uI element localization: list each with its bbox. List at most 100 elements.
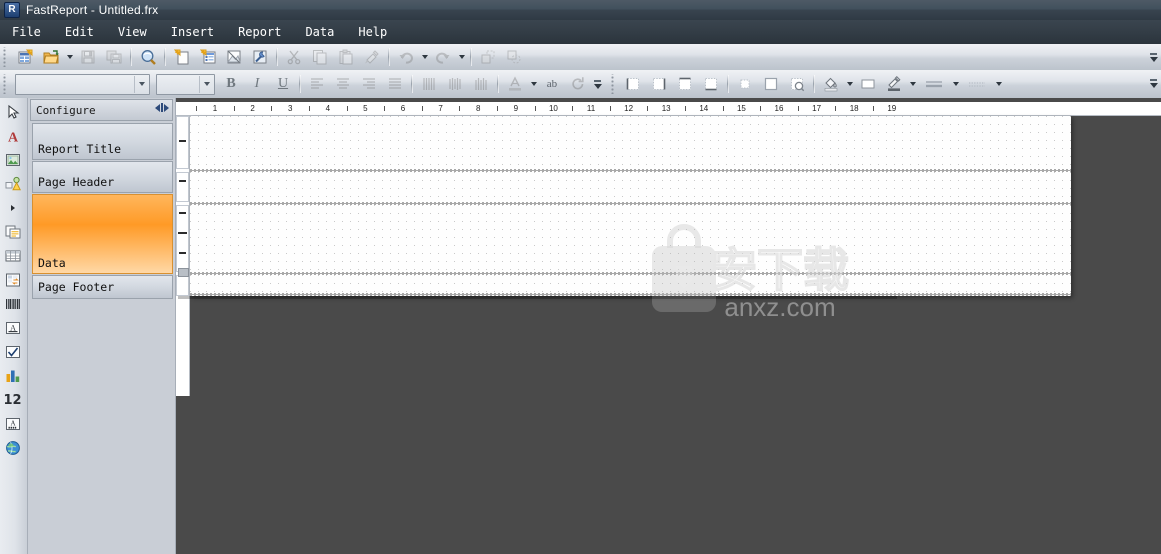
tool-barcode-object[interactable] xyxy=(0,292,25,316)
band-data[interactable]: Data xyxy=(32,194,173,274)
undo-button[interactable] xyxy=(394,45,418,69)
border-right-button[interactable] xyxy=(647,72,671,96)
align-justify-button[interactable] xyxy=(383,72,407,96)
valign-bottom-icon xyxy=(473,76,489,92)
redo-button[interactable] xyxy=(431,45,455,69)
toolbar-grip[interactable] xyxy=(610,74,617,94)
tool-map-object[interactable] xyxy=(0,436,25,460)
chevron-down-icon[interactable] xyxy=(134,75,149,93)
tool-digits-object[interactable]: 12 xyxy=(0,388,25,412)
border-color-button[interactable] xyxy=(882,72,906,96)
page-settings-button[interactable] xyxy=(222,45,246,69)
toolbar-overflow-icon[interactable] xyxy=(591,71,604,97)
toolbar-overflow-icon[interactable] xyxy=(1148,46,1159,68)
ruler-resize-handle[interactable] xyxy=(178,268,189,277)
toolbar-grip[interactable] xyxy=(2,47,9,67)
cut-button[interactable] xyxy=(282,45,306,69)
tool-matrix-object[interactable] xyxy=(0,268,25,292)
italic-button[interactable]: I xyxy=(245,72,269,96)
align-left-button[interactable] xyxy=(305,72,329,96)
toolbar-grip[interactable] xyxy=(2,74,9,94)
tool-shape-object[interactable] xyxy=(0,172,25,196)
chevron-left-icon[interactable] xyxy=(155,103,160,112)
copy-button[interactable] xyxy=(308,45,332,69)
line-style-button[interactable] xyxy=(962,72,992,96)
save-all-button[interactable] xyxy=(102,45,126,69)
canvas-band-page-header[interactable] xyxy=(190,172,1071,202)
format-painter-button[interactable] xyxy=(360,45,384,69)
menu-file[interactable]: File xyxy=(2,23,51,41)
align-bottom-button[interactable] xyxy=(469,72,493,96)
tool-table-object[interactable] xyxy=(0,244,25,268)
menu-report[interactable]: Report xyxy=(228,23,291,41)
border-none-button[interactable] xyxy=(733,72,757,96)
send-to-back-button[interactable] xyxy=(502,45,526,69)
menu-insert[interactable]: Insert xyxy=(161,23,224,41)
tool-checkbox-object[interactable] xyxy=(0,340,25,364)
redo-dropdown-button[interactable] xyxy=(456,47,467,67)
canvas-band-data[interactable] xyxy=(190,205,1071,272)
underline-button[interactable]: U xyxy=(271,72,295,96)
new-page-button[interactable] xyxy=(170,45,194,69)
open-dropdown-button[interactable] xyxy=(64,47,75,67)
tool-picture-object[interactable] xyxy=(0,148,25,172)
band-page-footer[interactable]: Page Footer xyxy=(32,275,173,299)
bold-button[interactable]: B xyxy=(219,72,243,96)
report-page-canvas[interactable] xyxy=(190,116,1071,296)
font-color-dropdown[interactable] xyxy=(528,74,539,94)
line-width-dropdown[interactable] xyxy=(950,74,961,94)
save-report-button[interactable] xyxy=(76,45,100,69)
tool-zipcode-object[interactable]: A xyxy=(0,412,25,436)
report-settings-button[interactable] xyxy=(248,45,272,69)
line-style-dropdown[interactable] xyxy=(993,74,1004,94)
toolbar-overflow-icon[interactable] xyxy=(1148,72,1159,94)
border-bottom-button[interactable] xyxy=(699,72,723,96)
fill-none-button[interactable] xyxy=(856,72,880,96)
fill-color-button[interactable] xyxy=(819,72,843,96)
line-width-button[interactable] xyxy=(919,72,949,96)
paste-button[interactable] xyxy=(334,45,358,69)
new-dialog-button[interactable] xyxy=(196,45,220,69)
border-left-button[interactable] xyxy=(621,72,645,96)
preview-button[interactable] xyxy=(136,45,160,69)
text-rotation-button[interactable]: ab xyxy=(540,72,564,96)
align-top-button[interactable] xyxy=(417,72,441,96)
menu-edit[interactable]: Edit xyxy=(55,23,104,41)
open-report-button[interactable] xyxy=(39,45,63,69)
font-color-button[interactable] xyxy=(503,72,527,96)
tool-select-pointer[interactable] xyxy=(0,100,25,124)
align-middle-button[interactable] xyxy=(443,72,467,96)
tool-subreport[interactable] xyxy=(0,220,25,244)
fill-color-dropdown[interactable] xyxy=(844,74,855,94)
tool-richtext-object[interactable]: A xyxy=(0,316,25,340)
band-page-header[interactable]: Page Header xyxy=(32,161,173,193)
reset-format-button[interactable] xyxy=(566,72,590,96)
border-all-button[interactable] xyxy=(759,72,783,96)
chevron-down-icon[interactable] xyxy=(199,75,214,93)
redo-arrow-icon xyxy=(435,49,451,65)
tool-line-object[interactable] xyxy=(0,196,25,220)
canvas-band-report-title[interactable] xyxy=(190,116,1071,169)
band-report-title[interactable]: Report Title xyxy=(32,123,173,160)
border-color-dropdown[interactable] xyxy=(907,74,918,94)
bold-icon: B xyxy=(226,76,236,91)
menu-help[interactable]: Help xyxy=(348,23,397,41)
ruler-minor-tick xyxy=(459,106,461,111)
font-size-combo[interactable] xyxy=(156,73,215,95)
reset-rotate-icon xyxy=(570,76,586,92)
font-name-combo[interactable] xyxy=(15,73,150,95)
bring-to-front-button[interactable] xyxy=(476,45,500,69)
align-center-button[interactable] xyxy=(331,72,355,96)
bands-panel-nav[interactable] xyxy=(155,103,169,112)
undo-dropdown-button[interactable] xyxy=(419,47,430,67)
border-outline-button[interactable] xyxy=(785,72,809,96)
tool-text-object[interactable]: A xyxy=(0,124,25,148)
chevron-right-icon[interactable] xyxy=(164,103,169,112)
menu-view[interactable]: View xyxy=(108,23,157,41)
report-designer-area[interactable]: 1 2 3 4 5 6 7 8 9 10 11 12 13 14 15 16 17 18 19 xyxy=(176,98,1161,554)
align-right-button[interactable] xyxy=(357,72,381,96)
menu-data[interactable]: Data xyxy=(295,23,344,41)
tool-chart-object[interactable] xyxy=(0,364,25,388)
new-report-button[interactable] xyxy=(13,45,37,69)
border-top-button[interactable] xyxy=(673,72,697,96)
